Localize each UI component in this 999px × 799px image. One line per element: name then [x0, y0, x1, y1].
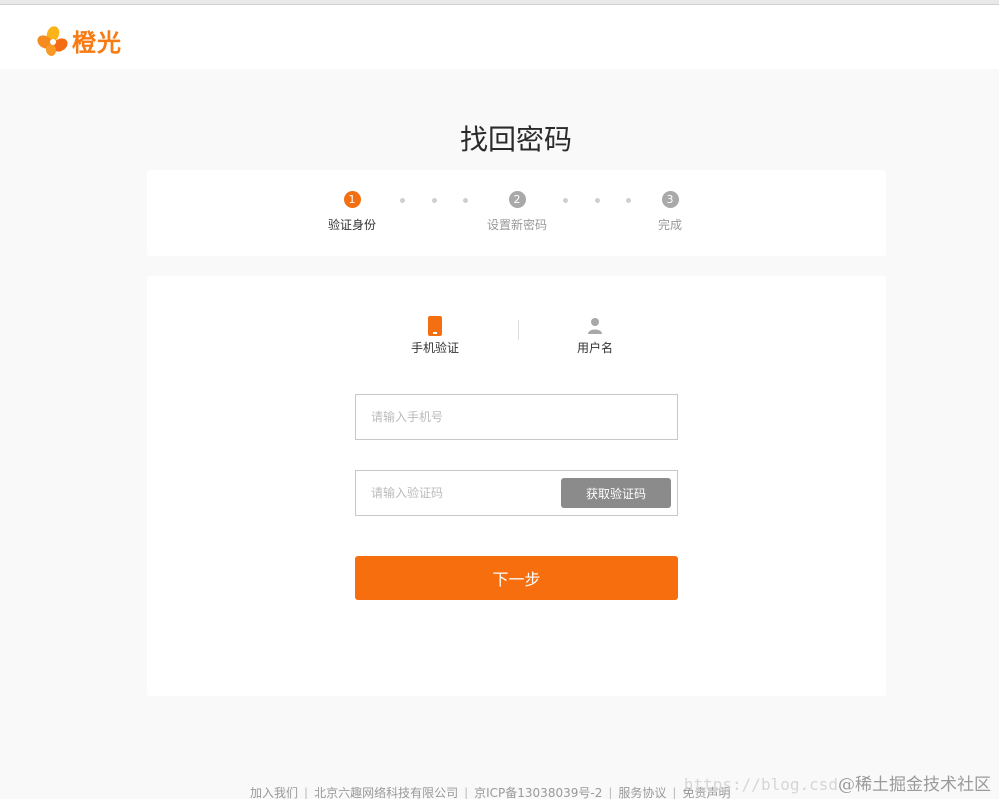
step-label: 验证身份	[328, 218, 377, 232]
site-header: 橙光	[0, 5, 999, 69]
footer-link-join[interactable]: 加入我们	[250, 786, 298, 799]
recovery-form-card: 手机验证 用户名 获取验证码 下一步	[147, 276, 886, 696]
footer-company: 北京六趣网络科技有限公司	[314, 786, 459, 799]
tab-phone-verification[interactable]: 手机验证	[411, 316, 459, 356]
step-done: 3 完成	[658, 191, 682, 233]
watermark-url: https://blog.csd	[683, 775, 838, 794]
step-set-password: 2 设置新密码	[487, 191, 547, 233]
tab-username[interactable]: 用户名	[577, 316, 613, 356]
step-verify-identity: 1 验证身份	[328, 191, 376, 233]
tab-divider	[518, 320, 519, 340]
footer-separator: |	[672, 786, 677, 799]
user-icon	[577, 316, 613, 336]
phone-icon	[411, 316, 459, 336]
phone-input[interactable]	[356, 395, 556, 439]
step-dot	[563, 198, 568, 203]
next-step-button[interactable]: 下一步	[355, 556, 678, 600]
code-field: 获取验证码	[355, 470, 678, 516]
step-number: 3	[661, 191, 679, 208]
site-logo[interactable]: 橙光	[36, 23, 122, 58]
watermark: https://blog.csd@稀土掘金技术社区	[684, 770, 991, 795]
step-dot	[463, 198, 468, 203]
tab-label: 手机验证	[411, 341, 460, 355]
footer-separator: |	[464, 786, 469, 799]
progress-steps: 1 验证身份 2 设置新密码 3 完成	[147, 170, 886, 256]
step-dot	[595, 198, 600, 203]
step-number: 1	[343, 191, 361, 208]
footer-icp[interactable]: 京ICP备13038039号-2	[474, 786, 602, 799]
step-label: 设置新密码	[487, 218, 548, 232]
step-number: 2	[508, 191, 526, 208]
step-dot	[626, 198, 631, 203]
site-footer: 加入我们 | 北京六趣网络科技有限公司 | 京ICP备13038039号-2 | 服务协议 |…	[247, 784, 733, 799]
page-title: 找回密码	[459, 123, 572, 156]
step-dot	[432, 198, 437, 203]
watermark-source: @稀土掘金技术社区	[838, 775, 991, 795]
get-code-button[interactable]: 获取验证码	[561, 478, 671, 508]
footer-separator: |	[608, 786, 613, 799]
flower-logo-icon	[36, 25, 70, 57]
phone-field	[355, 394, 678, 440]
brand-name: 橙光	[72, 29, 122, 57]
step-dot	[400, 198, 405, 203]
verification-code-input[interactable]	[356, 471, 556, 515]
step-label: 完成	[658, 218, 683, 232]
footer-separator: |	[304, 786, 309, 799]
footer-link-terms[interactable]: 服务协议	[618, 786, 666, 799]
tab-label: 用户名	[577, 341, 614, 355]
